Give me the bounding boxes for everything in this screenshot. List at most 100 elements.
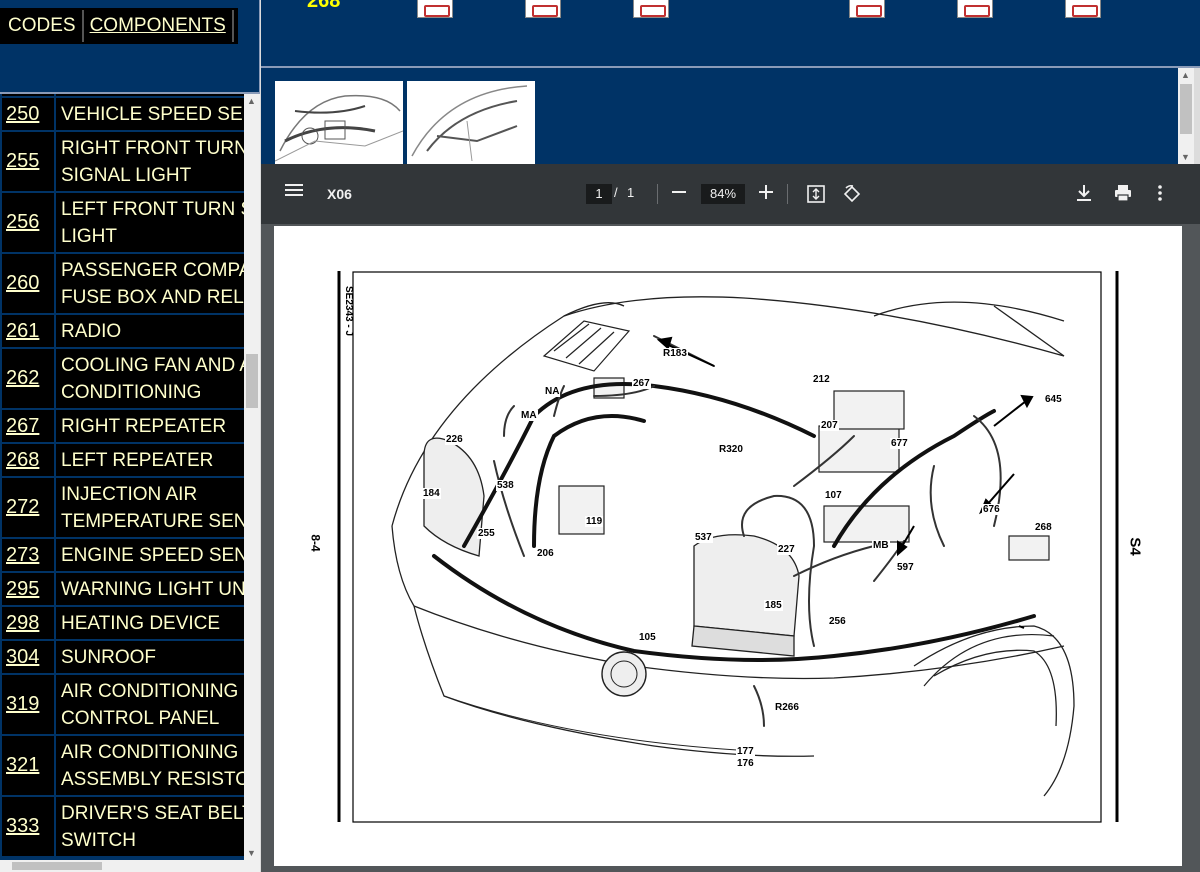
document-icon[interactable] <box>1065 0 1101 18</box>
thumbnail-scrollbar[interactable]: ▲ ▼ <box>1178 68 1194 164</box>
more-icon[interactable] <box>1158 184 1162 205</box>
list-scrollbar[interactable]: ▲ ▼ <box>244 94 260 860</box>
component-name[interactable]: LEFT REPEATER <box>56 444 244 476</box>
component-code-link[interactable]: 295 <box>6 578 39 601</box>
component-name[interactable]: RADIO <box>56 315 244 347</box>
component-code-link[interactable]: 260 <box>6 272 39 295</box>
component-name[interactable]: LEFT FRONT TURN S LIGHT <box>56 193 244 252</box>
component-callout: 267 <box>632 378 651 389</box>
page-number-input[interactable]: 1 <box>586 184 612 204</box>
scroll-down-icon[interactable]: ▼ <box>1181 152 1190 162</box>
component-row[interactable]: 255 RIGHT FRONT TURN SIGNAL LIGHT <box>0 132 244 191</box>
component-list-inner: TEMPERATURE SENS 250 VEHICLE SPEED SEN 255 R… <box>0 94 244 858</box>
interior-thumbnail[interactable] <box>407 81 535 164</box>
download-icon[interactable] <box>1076 184 1092 205</box>
component-row[interactable]: 267 RIGHT REPEATER <box>0 410 244 442</box>
component-row[interactable]: TEMPERATURE SENS <box>0 94 244 96</box>
pdf-canvas[interactable]: 8-4 S4 SE2343 - J R183 267 212 NA MA 645… <box>261 224 1200 872</box>
component-code-link[interactable]: 298 <box>6 612 39 635</box>
component-row[interactable]: 295 WARNING LIGHT UN <box>0 573 244 605</box>
component-code-cell: 273 <box>2 539 54 571</box>
component-code-link[interactable]: 272 <box>6 496 39 519</box>
tab-codes[interactable]: CODES <box>2 10 84 42</box>
list-horizontal-scrollbar[interactable] <box>0 860 260 872</box>
component-callout: 255 <box>477 528 496 539</box>
component-code-link[interactable]: 268 <box>6 449 39 472</box>
engine-bay-thumbnail[interactable] <box>275 81 403 164</box>
component-code-cell: 260 <box>2 254 54 313</box>
component-callout: 107 <box>824 490 843 501</box>
wiring-diagram <box>337 271 1119 823</box>
component-name[interactable]: ENGINE SPEED SENS <box>56 539 244 571</box>
component-callout: R183 <box>662 348 688 359</box>
component-name[interactable]: VEHICLE SPEED SEN <box>56 98 244 130</box>
component-row[interactable]: 262 COOLING FAN AND A CONDITIONING <box>0 349 244 408</box>
component-code-cell <box>2 94 54 96</box>
component-code-link[interactable]: 262 <box>6 367 39 390</box>
component-name[interactable]: DRIVER'S SEAT BELT SWITCH <box>56 797 244 856</box>
component-code-cell: 321 <box>2 736 54 795</box>
component-row[interactable]: 272 INJECTION AIR TEMPERATURE SENS <box>0 478 244 537</box>
component-list: TEMPERATURE SENS 250 VEHICLE SPEED SEN 255 R… <box>0 94 244 860</box>
component-code-link[interactable]: 255 <box>6 150 39 173</box>
component-callout: NA <box>544 386 561 397</box>
component-code-link[interactable]: 267 <box>6 415 39 438</box>
component-name[interactable]: PASSENGER COMPAR FUSE BOX AND RELA <box>56 254 244 313</box>
scrollbar-thumb[interactable] <box>246 354 258 408</box>
component-code-link[interactable]: 250 <box>6 103 39 126</box>
vehicle-icon[interactable] <box>633 0 669 18</box>
menu-icon[interactable] <box>285 182 303 201</box>
thumbnail-scrollbar-thumb[interactable] <box>1180 84 1192 134</box>
component-row[interactable]: 260 PASSENGER COMPAR FUSE BOX AND RELA <box>0 254 244 313</box>
component-name[interactable]: WARNING LIGHT UN <box>56 573 244 605</box>
component-count: 268 <box>307 0 341 12</box>
component-code-link[interactable]: 261 <box>6 320 39 343</box>
component-callout: 185 <box>764 600 783 611</box>
component-code-link[interactable]: 273 <box>6 544 39 567</box>
component-name[interactable]: TEMPERATURE SENS <box>56 94 244 96</box>
component-code-link[interactable]: 256 <box>6 211 39 234</box>
zoom-in-icon[interactable] <box>759 185 773 202</box>
component-name[interactable]: INJECTION AIR TEMPERATURE SENS <box>56 478 244 537</box>
component-row[interactable]: 319 AIR CONDITIONING CONTROL PANEL <box>0 675 244 734</box>
component-name[interactable]: HEATING DEVICE <box>56 607 244 639</box>
component-code-link[interactable]: 304 <box>6 646 39 669</box>
component-code-link[interactable]: 321 <box>6 754 39 777</box>
component-row[interactable]: 256 LEFT FRONT TURN S LIGHT <box>0 193 244 252</box>
fuse-box-icon[interactable] <box>957 0 993 18</box>
component-name[interactable]: RIGHT FRONT TURN SIGNAL LIGHT <box>56 132 244 191</box>
page-total: 1 <box>627 185 635 200</box>
component-row[interactable]: 333 DRIVER'S SEAT BELT SWITCH <box>0 797 244 856</box>
component-code-link[interactable]: 333 <box>6 815 39 838</box>
component-name[interactable]: COOLING FAN AND A CONDITIONING <box>56 349 244 408</box>
connector-icon[interactable] <box>525 0 561 18</box>
rotate-icon[interactable] <box>842 184 862 207</box>
fit-page-icon[interactable] <box>807 185 825 206</box>
component-code-link[interactable]: 319 <box>6 693 39 716</box>
scroll-up-icon[interactable]: ▲ <box>1181 70 1190 80</box>
print-icon[interactable] <box>1114 184 1132 205</box>
component-row[interactable]: 304 SUNROOF <box>0 641 244 673</box>
component-name[interactable]: AIR CONDITIONING CONTROL PANEL <box>56 675 244 734</box>
component-name[interactable]: RIGHT REPEATER <box>56 410 244 442</box>
component-callout: 538 <box>496 480 515 491</box>
component-row[interactable]: 273 ENGINE SPEED SENS <box>0 539 244 571</box>
scroll-down-icon[interactable]: ▼ <box>247 848 256 858</box>
scroll-up-icon[interactable]: ▲ <box>247 96 256 106</box>
component-name[interactable]: SUNROOF <box>56 641 244 673</box>
component-row[interactable]: 250 VEHICLE SPEED SEN <box>0 98 244 130</box>
horizontal-scrollbar-thumb[interactable] <box>12 862 102 870</box>
component-row[interactable]: 261 RADIO <box>0 315 244 347</box>
component-row[interactable]: 321 AIR CONDITIONING ASSEMBLY RESISTOF <box>0 736 244 795</box>
component-row[interactable]: 298 HEATING DEVICE <box>0 607 244 639</box>
tab-components[interactable]: COMPONENTS <box>83 10 234 42</box>
component-callout: 597 <box>896 562 915 573</box>
component-callout: 645 <box>1044 394 1063 405</box>
manual-icon[interactable] <box>849 0 885 18</box>
component-callout: 677 <box>890 438 909 449</box>
zoom-out-icon[interactable] <box>672 185 686 202</box>
component-row[interactable]: 268 LEFT REPEATER <box>0 444 244 476</box>
wiring-icon[interactable] <box>417 0 453 18</box>
zoom-level-input[interactable]: 84% <box>701 184 745 204</box>
component-name[interactable]: AIR CONDITIONING ASSEMBLY RESISTOF <box>56 736 244 795</box>
